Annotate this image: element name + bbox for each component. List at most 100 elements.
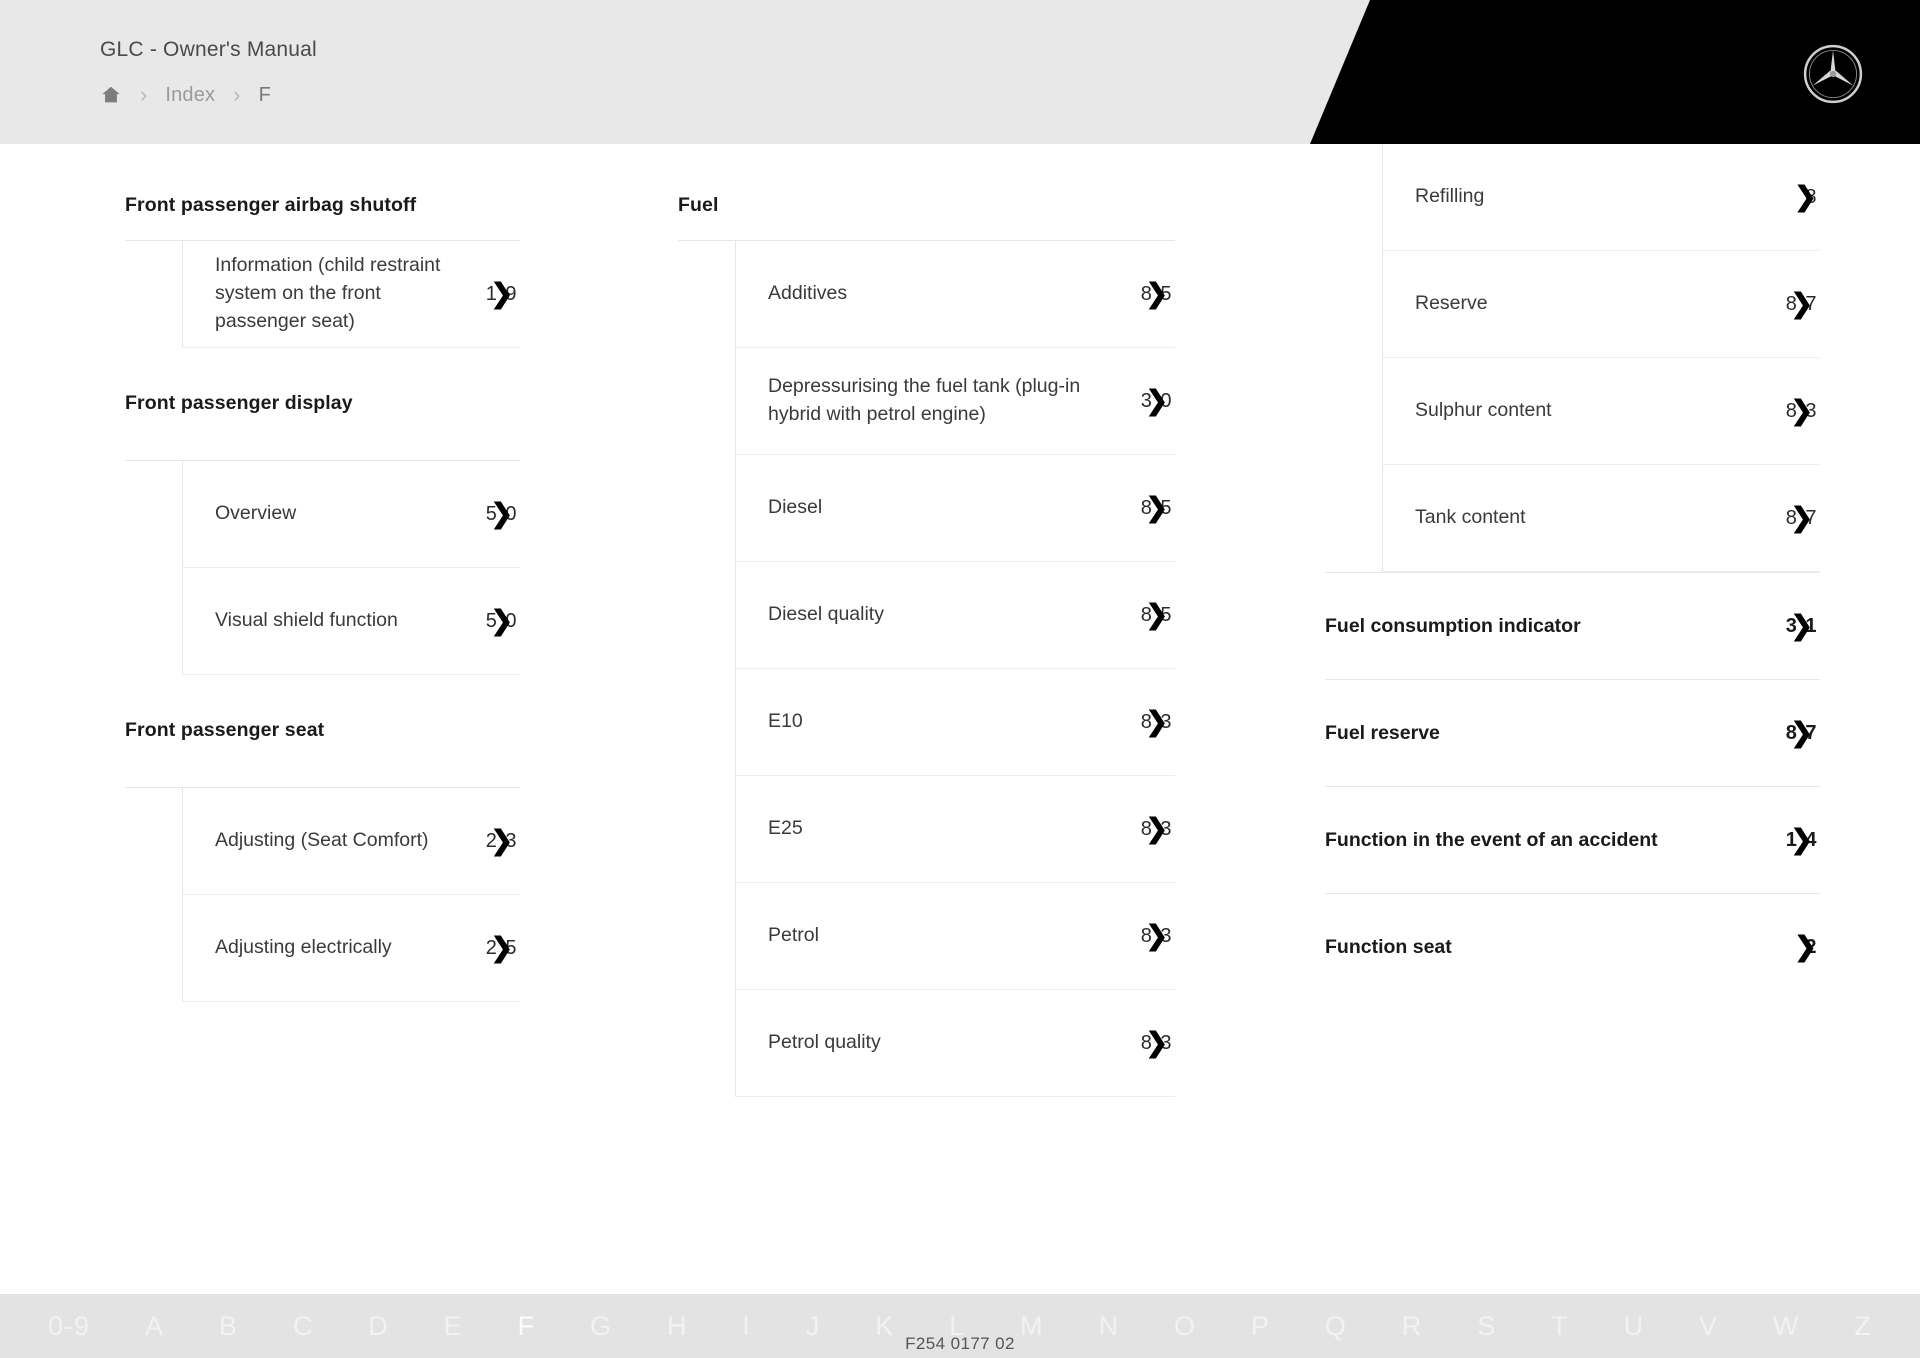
- page-reference[interactable]: 8 3 ❯: [1141, 922, 1173, 949]
- alphabet-letter-b[interactable]: B: [219, 1311, 238, 1342]
- alphabet-letter-k[interactable]: K: [875, 1311, 894, 1342]
- alphabet-letter-m[interactable]: M: [1020, 1311, 1044, 1342]
- alphabet-letter-f[interactable]: F: [518, 1311, 536, 1342]
- alphabet-letter-h[interactable]: H: [667, 1311, 688, 1342]
- index-entry-row[interactable]: E25 8 3 ❯: [735, 776, 1175, 883]
- breadcrumb: › Index › F: [100, 80, 271, 110]
- page-number: 8 5: [1140, 282, 1173, 305]
- index-entry-row[interactable]: Refilling 8 ❯: [1382, 144, 1820, 251]
- page-reference[interactable]: 5 0 ❯: [486, 607, 518, 634]
- index-entry-label: Petrol: [768, 924, 819, 947]
- page-reference[interactable]: 5 0 ❯: [485, 500, 518, 527]
- index-entry-row[interactable]: Tank content 8 7 ❯: [1382, 465, 1820, 572]
- alphabet-letter-o[interactable]: O: [1174, 1311, 1196, 1342]
- index-entry-row[interactable]: Diesel 8 5 ❯: [735, 455, 1175, 562]
- index-entry-row-top[interactable]: Fuel reserve 8 7 ❯: [1325, 679, 1820, 786]
- index-entry-row[interactable]: Reserve 8 7 ❯: [1382, 251, 1820, 358]
- index-entry-label: E25: [768, 817, 803, 840]
- index-entry-row[interactable]: Petrol quality 8 3 ❯: [735, 990, 1175, 1097]
- page-reference[interactable]: 2 5 ❯: [486, 934, 518, 961]
- page-number: 1 4: [1785, 828, 1818, 851]
- alphabet-letter-g[interactable]: G: [590, 1311, 612, 1342]
- group-heading-block: Front passenger seat: [125, 675, 520, 787]
- page-reference[interactable]: 8 7 ❯: [1785, 504, 1818, 531]
- index-entry-row[interactable]: Overview 5 0 ❯: [182, 461, 520, 568]
- alphabet-letter-n[interactable]: N: [1099, 1311, 1120, 1342]
- page-number: 8 3: [1140, 1031, 1173, 1054]
- index-entry-row[interactable]: Sulphur content 8 3 ❯: [1382, 358, 1820, 465]
- home-icon[interactable]: [100, 84, 122, 106]
- index-entry-label: Diesel quality: [768, 603, 884, 626]
- page-reference[interactable]: 2 ❯: [1794, 933, 1818, 960]
- index-entry-label: Overview: [215, 502, 297, 525]
- page-number: 8 5: [1140, 603, 1173, 626]
- index-entry-label: Refilling: [1415, 185, 1485, 208]
- page-number: 8 7: [1785, 506, 1818, 529]
- breadcrumb-item-f[interactable]: F: [259, 84, 271, 107]
- mercedes-benz-star-logo: [1803, 44, 1863, 104]
- page-reference[interactable]: 8 7 ❯: [1785, 719, 1818, 746]
- index-entry-label: Fuel reserve: [1325, 721, 1440, 744]
- page-reference[interactable]: 8 3 ❯: [1785, 397, 1818, 424]
- index-entry-row-top[interactable]: Fuel consumption indicator 3 1 ❯: [1325, 572, 1820, 679]
- page-reference[interactable]: 8 5 ❯: [1140, 601, 1173, 628]
- page-reference[interactable]: 3 0 ❯: [1141, 387, 1173, 414]
- page-number: 8 3: [1140, 710, 1173, 733]
- alphabet-letter-s[interactable]: S: [1477, 1311, 1496, 1342]
- index-entry-label: Visual shield function: [215, 609, 398, 632]
- index-entry-row[interactable]: Diesel quality 8 5 ❯: [735, 562, 1175, 669]
- alphabet-letter-w[interactable]: W: [1773, 1311, 1799, 1342]
- index-entry-row-top[interactable]: Function in the event of an accident 1 4…: [1325, 786, 1820, 893]
- alphabet-letter-d[interactable]: D: [368, 1311, 389, 1342]
- index-entry-row[interactable]: Additives 8 5 ❯: [735, 241, 1175, 348]
- alphabet-letter-i[interactable]: I: [742, 1311, 751, 1342]
- group-heading: Front passenger airbag shutoff: [125, 193, 417, 216]
- page-number: 8 7: [1785, 292, 1818, 315]
- index-entry-row[interactable]: Petrol 8 3 ❯: [735, 883, 1175, 990]
- index-entry-label: Adjusting electrically: [215, 936, 392, 959]
- index-entry-label: E10: [768, 710, 803, 733]
- index-entry-row[interactable]: Adjusting (Seat Comfort) 2 3 ❯: [182, 788, 520, 895]
- alphabet-letter-v[interactable]: V: [1699, 1311, 1718, 1342]
- page-number: 8 7: [1785, 721, 1818, 744]
- page-reference[interactable]: 8 5 ❯: [1140, 280, 1173, 307]
- page-reference[interactable]: 3 1 ❯: [1786, 612, 1818, 639]
- breadcrumb-separator-2: ›: [233, 82, 241, 107]
- alphabet-letter-a[interactable]: A: [145, 1311, 164, 1342]
- index-entry-label: Tank content: [1415, 506, 1526, 529]
- page-reference[interactable]: 8 3 ❯: [1141, 815, 1173, 842]
- page-number: 8 3: [1785, 399, 1818, 422]
- page-reference[interactable]: 8 5 ❯: [1140, 494, 1173, 521]
- index-entry-row[interactable]: E10 8 3 ❯: [735, 669, 1175, 776]
- alphabet-letter-q[interactable]: Q: [1325, 1311, 1347, 1342]
- page-reference[interactable]: 1 4 ❯: [1785, 826, 1818, 853]
- page-reference[interactable]: 1 9 ❯: [486, 280, 518, 307]
- page-number: 8 5: [1140, 496, 1173, 519]
- page-number: 5 0: [485, 502, 518, 525]
- index-entry-row-top[interactable]: Function seat 2 ❯: [1325, 893, 1820, 1000]
- index-entry-row[interactable]: Adjusting electrically 2 5 ❯: [182, 895, 520, 1002]
- alphabet-letter-r[interactable]: R: [1402, 1311, 1423, 1342]
- page-reference[interactable]: 8 3 ❯: [1140, 1029, 1173, 1056]
- page-reference[interactable]: 8 ❯: [1794, 183, 1818, 210]
- alphabet-letter-j[interactable]: J: [806, 1311, 821, 1342]
- page-reference[interactable]: 8 7 ❯: [1785, 290, 1818, 317]
- group-heading-block: Front passenger airbag shutoff: [125, 144, 520, 240]
- group-heading: Fuel: [678, 193, 719, 216]
- alphabet-letter-t[interactable]: T: [1551, 1311, 1569, 1342]
- index-entry-row[interactable]: Visual shield function 5 0 ❯: [182, 568, 520, 675]
- index-entry-row[interactable]: Depressurising the fuel tank (plug-in hy…: [735, 348, 1175, 455]
- page-header: GLC - Owner's Manual › Index › F: [0, 0, 1920, 144]
- alphabet-letter-p[interactable]: P: [1251, 1311, 1270, 1342]
- index-entry-row[interactable]: Information (child restraint system on t…: [182, 241, 520, 348]
- index-entry-label: Sulphur content: [1415, 399, 1552, 422]
- page-reference[interactable]: 2 3 ❯: [486, 827, 518, 854]
- alphabet-letter-u[interactable]: U: [1624, 1311, 1645, 1342]
- group-heading-block: Fuel: [678, 144, 1175, 240]
- alphabet-letter-c[interactable]: C: [293, 1311, 314, 1342]
- breadcrumb-item-index[interactable]: Index: [165, 84, 215, 107]
- page-reference[interactable]: 8 3 ❯: [1140, 708, 1173, 735]
- alphabet-letter-e[interactable]: E: [444, 1311, 463, 1342]
- alphabet-letter-0-9[interactable]: 0-9: [48, 1311, 90, 1342]
- alphabet-letter-z[interactable]: Z: [1854, 1311, 1872, 1342]
